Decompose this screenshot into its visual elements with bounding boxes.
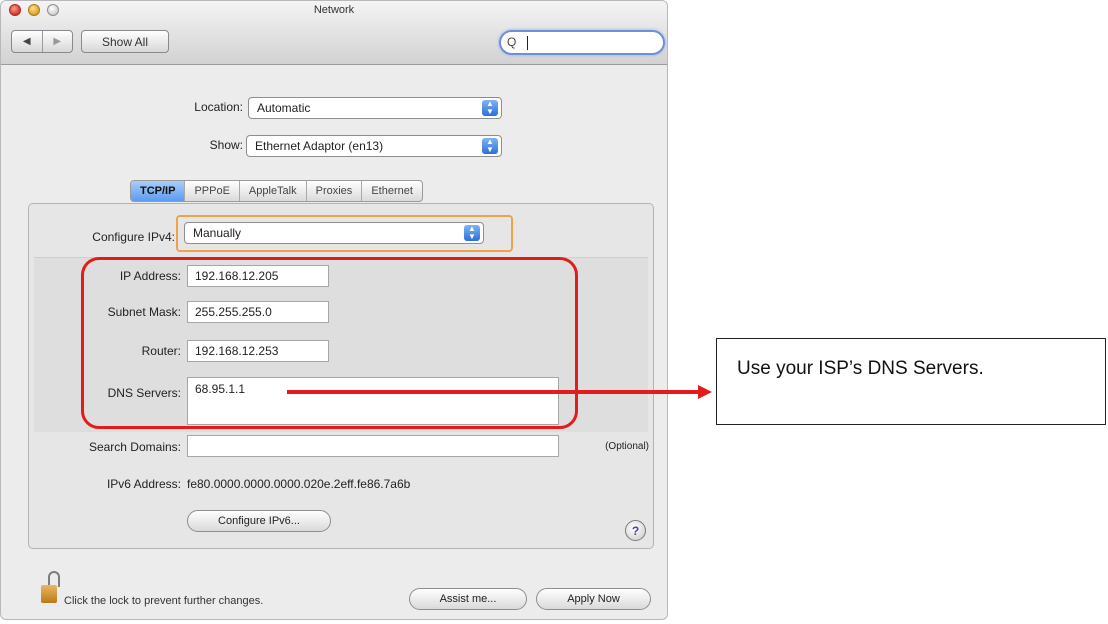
help-icon[interactable]: ? — [625, 520, 646, 541]
search-domains-field[interactable] — [187, 435, 559, 457]
show-label: Show: — [209, 138, 243, 152]
ipv6-address-value: fe80.0000.0000.0000.020e.2eff.fe86.7a6b — [187, 477, 411, 491]
tab-tcpip[interactable]: TCP/IP — [131, 181, 185, 201]
title-bar: Network ◀ ▶ Show All Q — [1, 1, 667, 65]
callout-box: Use your ISP’s DNS Servers. — [716, 338, 1106, 425]
show-popup[interactable]: Ethernet Adaptor (en13) ▲ ▼ — [246, 135, 502, 157]
popup-arrows-icon: ▲ ▼ — [464, 225, 480, 241]
popup-arrows-icon: ▲ ▼ — [482, 100, 498, 116]
configure-ipv6-button[interactable]: Configure IPv6... — [187, 510, 331, 532]
lock-icon[interactable] — [41, 571, 60, 603]
search-domains-label: Search Domains: — [88, 440, 181, 454]
show-value: Ethernet Adaptor (en13) — [255, 139, 384, 153]
location-popup[interactable]: Automatic ▲ ▼ — [248, 97, 502, 119]
apply-now-button[interactable]: Apply Now — [536, 588, 651, 610]
location-value: Automatic — [257, 101, 311, 115]
callout-text: Use your ISP’s DNS Servers. — [737, 358, 984, 379]
configure-ipv4-label: Configure IPv4: — [92, 230, 175, 244]
back-arrow-icon[interactable]: ◀ — [12, 31, 42, 52]
network-preferences-window: Network ◀ ▶ Show All Q Location: Automat… — [0, 0, 668, 620]
annotation-highlight — [81, 257, 578, 429]
lock-hint-text: Click the lock to prevent further change… — [64, 595, 264, 607]
optional-hint: (Optional) — [605, 441, 649, 452]
ipv6-address-label: IPv6 Address: — [106, 477, 181, 491]
callout-arrow-line — [287, 390, 700, 394]
tab-pppoe[interactable]: PPPoE — [184, 181, 238, 201]
search-field[interactable]: Q — [499, 30, 665, 55]
window-title: Network — [313, 4, 355, 16]
callout-arrow-head — [698, 385, 712, 399]
location-label: Location: — [194, 100, 243, 114]
back-forward-control: ◀ ▶ — [11, 30, 73, 53]
assist-me-button[interactable]: Assist me... — [409, 588, 527, 610]
lock-body — [41, 585, 57, 603]
configure-ipv4-value: Manually — [193, 226, 242, 240]
show-all-button[interactable]: Show All — [81, 30, 169, 53]
tab-ethernet[interactable]: Ethernet — [361, 181, 422, 201]
text-caret — [527, 36, 528, 50]
configure-ipv4-popup[interactable]: Manually ▲ ▼ — [184, 222, 484, 244]
popup-arrows-icon: ▲ ▼ — [482, 138, 498, 154]
tab-bar: TCP/IP PPPoE AppleTalk Proxies Ethernet — [130, 180, 423, 202]
tab-proxies[interactable]: Proxies — [305, 181, 362, 201]
tab-appletalk[interactable]: AppleTalk — [238, 181, 306, 201]
search-icon: Q — [507, 35, 517, 49]
forward-arrow-icon[interactable]: ▶ — [41, 31, 73, 52]
